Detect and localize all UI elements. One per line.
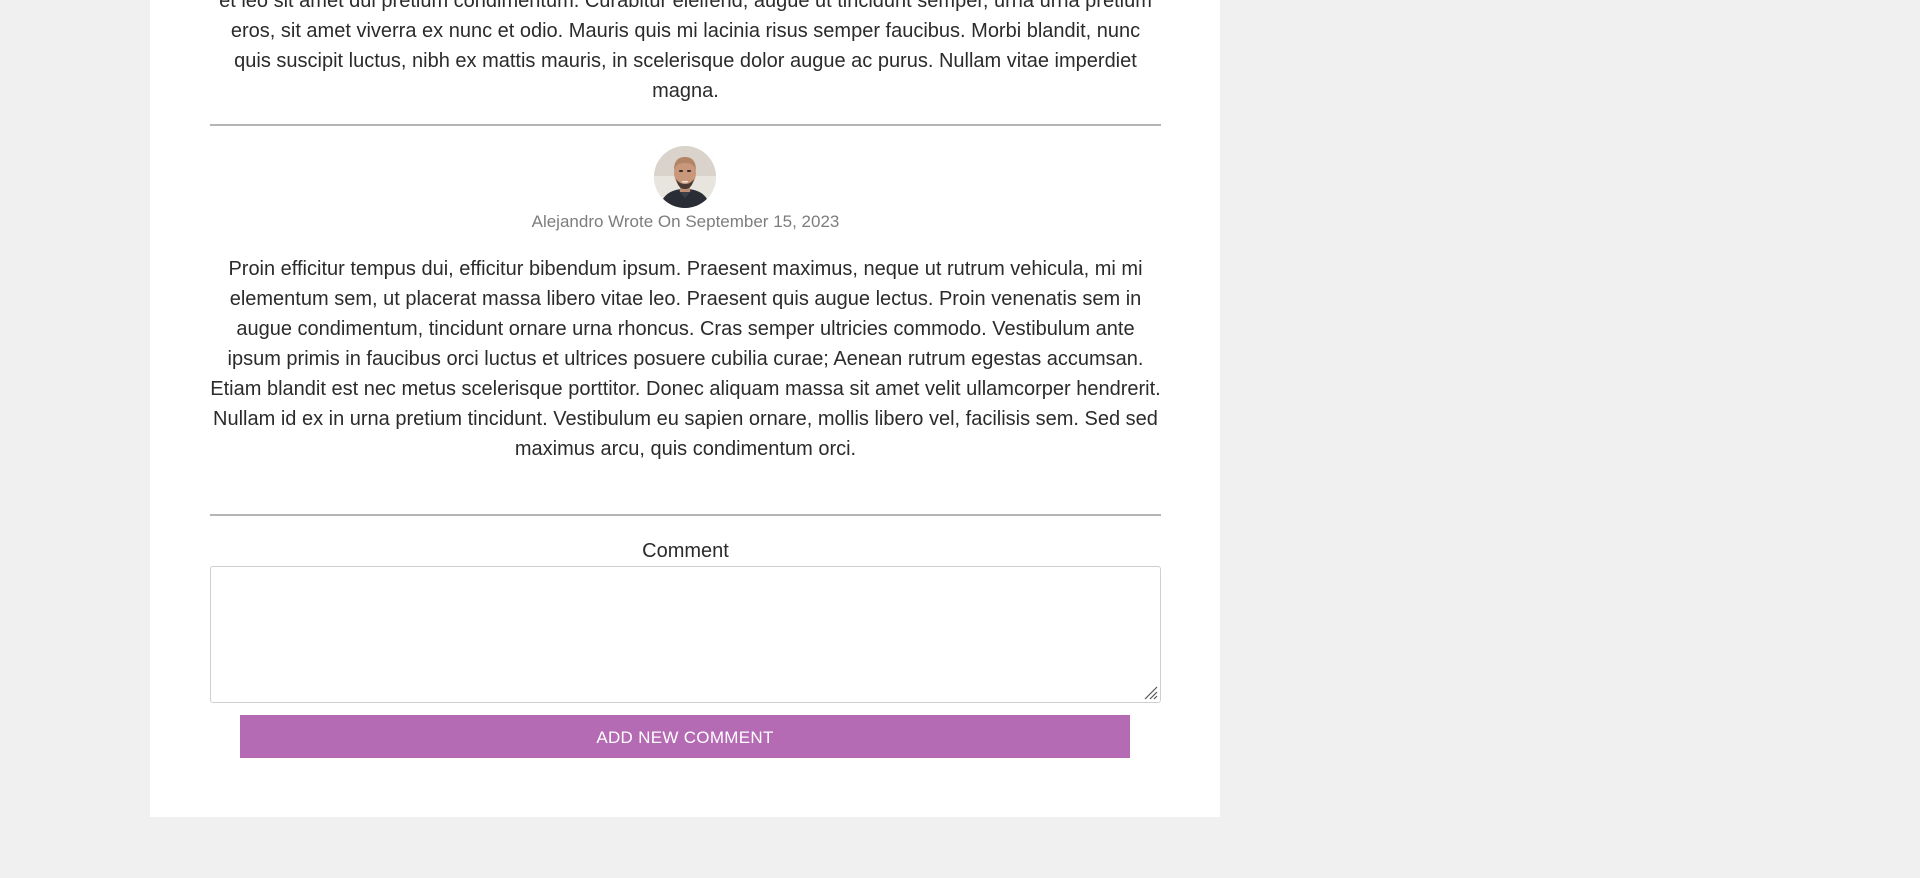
comment-field-label: Comment <box>642 540 729 562</box>
add-new-comment-button[interactable]: ADD NEW COMMENT <box>240 715 1130 758</box>
comment-textarea[interactable] <box>210 566 1161 703</box>
avatar <box>654 146 716 208</box>
previous-comment-text: et leo sit amet dui pretium condimentum.… <box>219 0 1152 102</box>
comment-divider <box>210 514 1161 516</box>
resize-handle-icon[interactable] <box>1142 684 1158 700</box>
comment-text: Proin efficitur tempus dui, efficitur bi… <box>210 258 1161 460</box>
comment-divider <box>210 124 1161 126</box>
comment-meta: Alejandro Wrote On September 15, 2023 <box>531 212 840 231</box>
user-avatar-photo-icon <box>654 146 716 208</box>
comments-card: et leo sit amet dui pretium condimentum.… <box>150 0 1220 817</box>
